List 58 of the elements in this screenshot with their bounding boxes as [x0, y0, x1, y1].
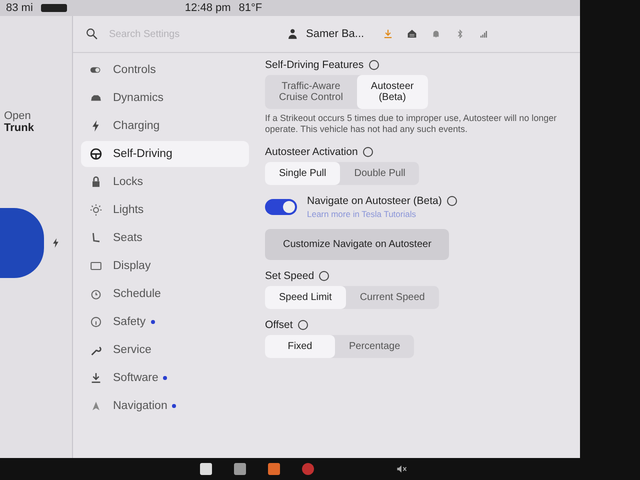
sidebar-item[interactable]: Service	[81, 337, 249, 363]
sidebar-label: Display	[113, 260, 151, 272]
note-text: If a Strikeout occurs 5 times due to improper use, Autosteer will no longer operate. This vehicle has not had any such events.	[265, 113, 558, 136]
steering-wheel-icon	[89, 147, 103, 161]
search-icon	[85, 27, 99, 41]
segment-option[interactable]: Double Pull	[340, 162, 420, 184]
car-photo-placeholder	[0, 208, 44, 278]
sidebar-item[interactable]: Self-Driving	[81, 141, 249, 167]
sidebar-item[interactable]: Locks	[81, 169, 249, 195]
sidebar-label: Charging	[113, 120, 160, 132]
sidebar-label: Self-Driving	[113, 148, 172, 160]
sun-icon	[89, 203, 103, 217]
sidebar-label: Software	[113, 372, 158, 384]
battery-icon	[40, 4, 67, 12]
sidebar-item[interactable]: Navigation	[81, 393, 249, 419]
sidebar-item[interactable]: Dynamics	[81, 85, 249, 111]
segment-option[interactable]: Traffic-Aware Cruise Control	[265, 75, 357, 109]
sidebar-label: Seats	[113, 232, 142, 244]
segment-option[interactable]: Autosteer (Beta)	[356, 75, 428, 109]
sidebar-label: Service	[113, 344, 152, 356]
sidebar-label: Safety	[113, 316, 146, 328]
segment-option[interactable]: Percentage	[335, 334, 414, 358]
sidebar-item[interactable]: Charging	[81, 113, 249, 139]
profile-button[interactable]: Samer Ba...	[287, 27, 364, 41]
segment-option[interactable]: Current Speed	[346, 286, 439, 308]
open-trunk-button[interactable]: Open Trunk	[0, 106, 72, 138]
sidebar-item[interactable]: Schedule	[81, 281, 249, 307]
section-title: Self-Driving Features	[265, 59, 364, 71]
sidebar-label: Lights	[113, 204, 144, 216]
garage-icon[interactable]	[406, 28, 418, 40]
sidebar-item[interactable]: Lights	[81, 197, 249, 223]
section-title: Autosteer Activation	[265, 146, 358, 158]
sidebar-item[interactable]: Controls	[81, 57, 249, 83]
clock-icon	[89, 287, 103, 301]
sidebar-label: Schedule	[113, 288, 161, 300]
mute-icon[interactable]	[396, 463, 408, 475]
sidebar-label: Dynamics	[113, 92, 164, 104]
customize-button[interactable]: Customize Navigate on Autosteer	[265, 228, 450, 260]
segment-option[interactable]: Single Pull	[265, 162, 340, 184]
sidebar-item[interactable]: Display	[81, 253, 249, 279]
sidebar-label: Controls	[113, 64, 156, 76]
sidebar-item[interactable]: Seats	[81, 225, 249, 251]
download-icon	[89, 371, 103, 385]
segment-option[interactable]: Speed Limit	[265, 286, 346, 308]
toggle-switch[interactable]	[265, 198, 297, 214]
section-title: Offset	[265, 318, 293, 330]
range-text: 83 mi	[6, 2, 33, 14]
app-icon[interactable]	[200, 463, 212, 475]
sidebar-item[interactable]: Safety	[81, 309, 249, 335]
temperature-text: 81°F	[238, 2, 262, 14]
clock-text: 12:48 pm	[184, 2, 231, 14]
section-title: Set Speed	[265, 270, 314, 282]
section-title: Navigate on Autosteer (Beta)	[307, 194, 442, 206]
segment-option[interactable]: Fixed	[265, 334, 335, 358]
sidebar-label: Navigation	[113, 400, 168, 412]
display-icon	[89, 259, 103, 273]
sidebar-label: Locks	[113, 176, 144, 188]
sidebar-item[interactable]: Software	[81, 365, 249, 391]
